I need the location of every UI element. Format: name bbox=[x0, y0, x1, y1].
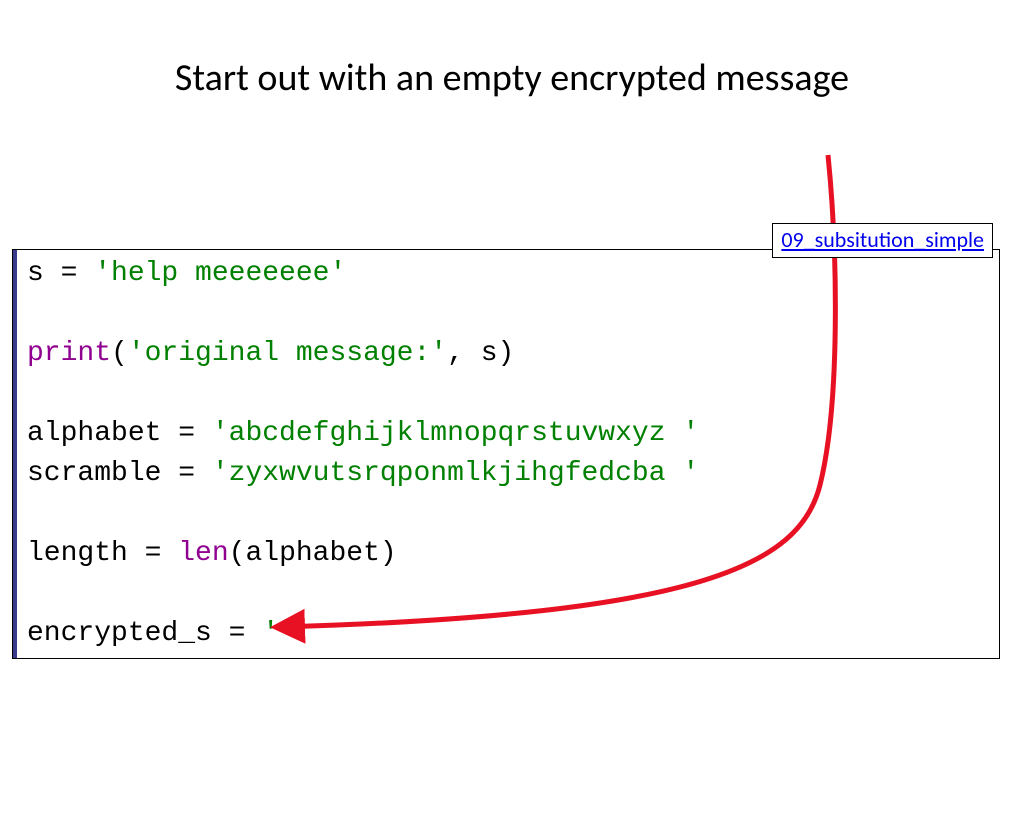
code-string: '' bbox=[262, 618, 296, 649]
code-token: encrypted_s = bbox=[27, 618, 262, 649]
link-box: 09_subsitution_simple bbox=[772, 223, 993, 258]
code-string: 'help meeeeeee' bbox=[94, 258, 346, 289]
code-gutter bbox=[13, 250, 17, 658]
code-string: 'zyxwvutsrqponmlkjihgfedcba ' bbox=[212, 458, 699, 489]
code-content: s = 'help meeeeeee' print('original mess… bbox=[27, 254, 699, 654]
code-string: 'original message:' bbox=[128, 338, 447, 369]
code-keyword: len bbox=[178, 538, 228, 569]
slide-title: Start out with an empty encrypted messag… bbox=[0, 55, 1024, 101]
reference-link[interactable]: 09_subsitution_simple bbox=[781, 226, 984, 253]
code-token: s = bbox=[27, 258, 94, 289]
code-string: 'abcdefghijklmnopqrstuvwxyz ' bbox=[212, 418, 699, 449]
code-token: , s) bbox=[447, 338, 514, 369]
code-token: scramble = bbox=[27, 458, 212, 489]
code-keyword: print bbox=[27, 338, 111, 369]
code-token: length = bbox=[27, 538, 178, 569]
code-token: alphabet = bbox=[27, 418, 212, 449]
code-token: (alphabet) bbox=[229, 538, 397, 569]
code-block: s = 'help meeeeeee' print('original mess… bbox=[12, 249, 1000, 659]
code-token: ( bbox=[111, 338, 128, 369]
